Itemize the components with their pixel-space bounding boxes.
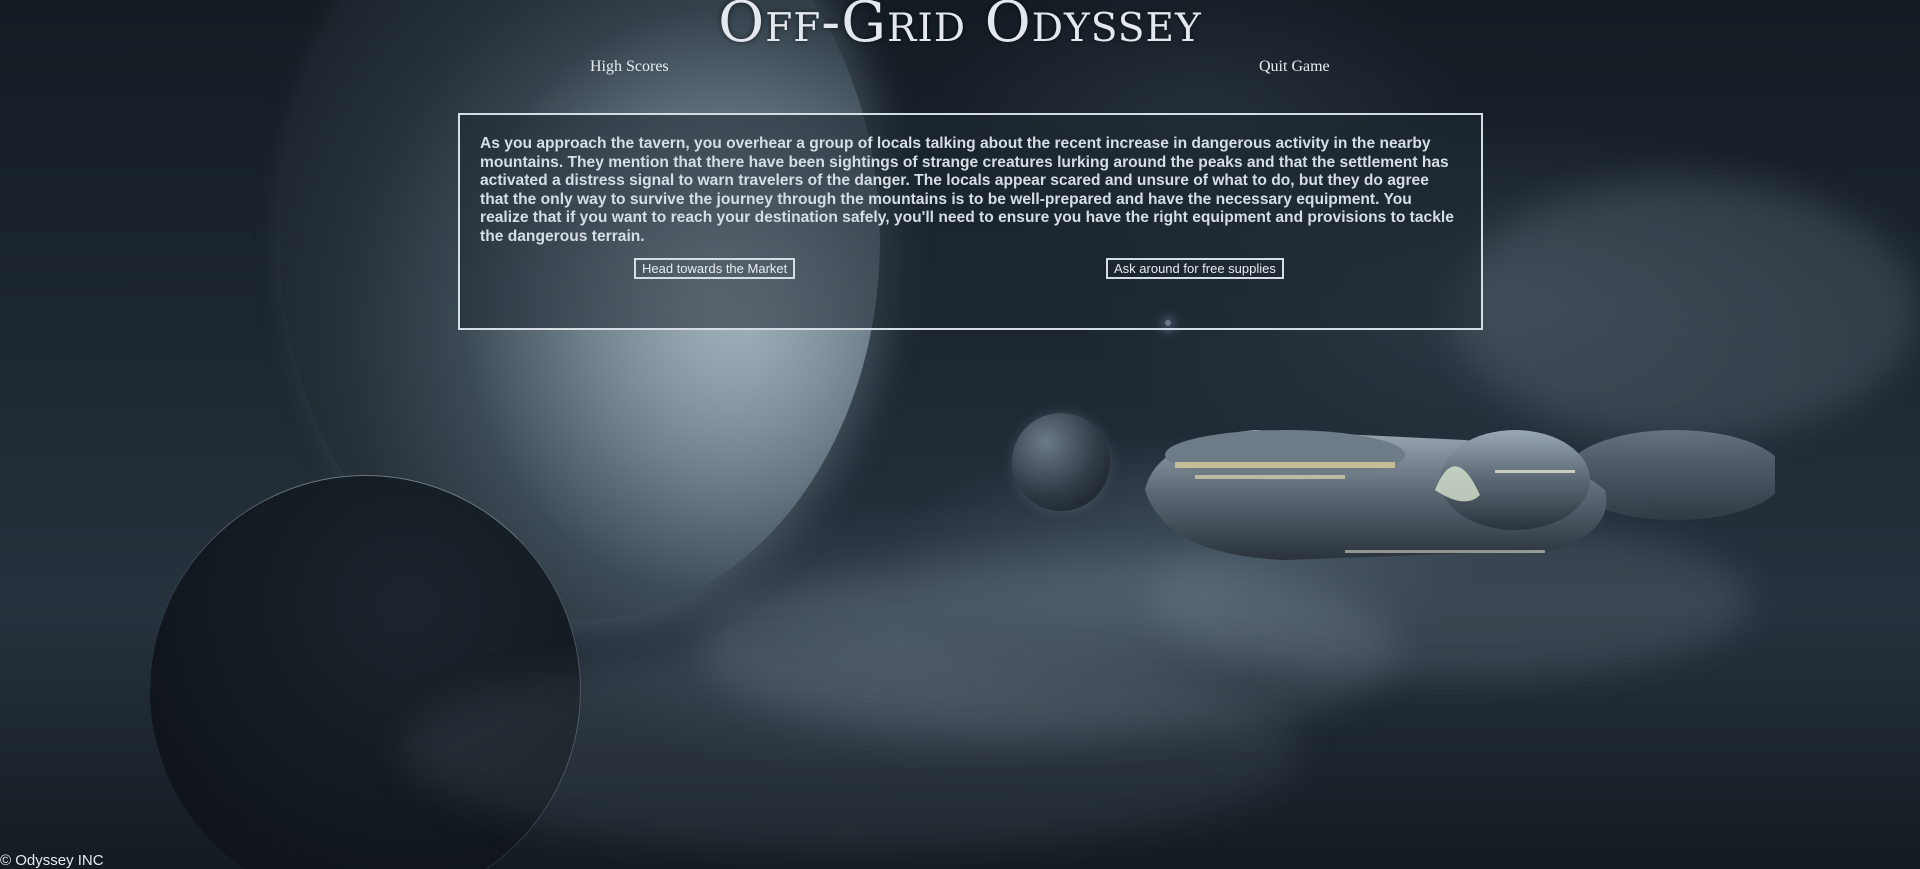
cloud bbox=[400, 650, 1300, 850]
spaceship-image bbox=[1145, 430, 1775, 560]
copyright-footer: © Odyssey INC bbox=[0, 852, 104, 869]
page-title: Off-Grid Odyssey bbox=[718, 0, 1202, 55]
high-scores-link[interactable]: High Scores bbox=[590, 58, 669, 76]
quit-game-link[interactable]: Quit Game bbox=[1259, 58, 1330, 76]
story-panel: As you approach the tavern, you overhear… bbox=[458, 113, 1483, 330]
moon-image bbox=[1012, 413, 1110, 511]
ask-for-supplies-button[interactable]: Ask around for free supplies bbox=[1106, 258, 1284, 279]
story-text: As you approach the tavern, you overhear… bbox=[480, 135, 1454, 245]
head-to-market-button[interactable]: Head towards the Market bbox=[634, 258, 796, 279]
